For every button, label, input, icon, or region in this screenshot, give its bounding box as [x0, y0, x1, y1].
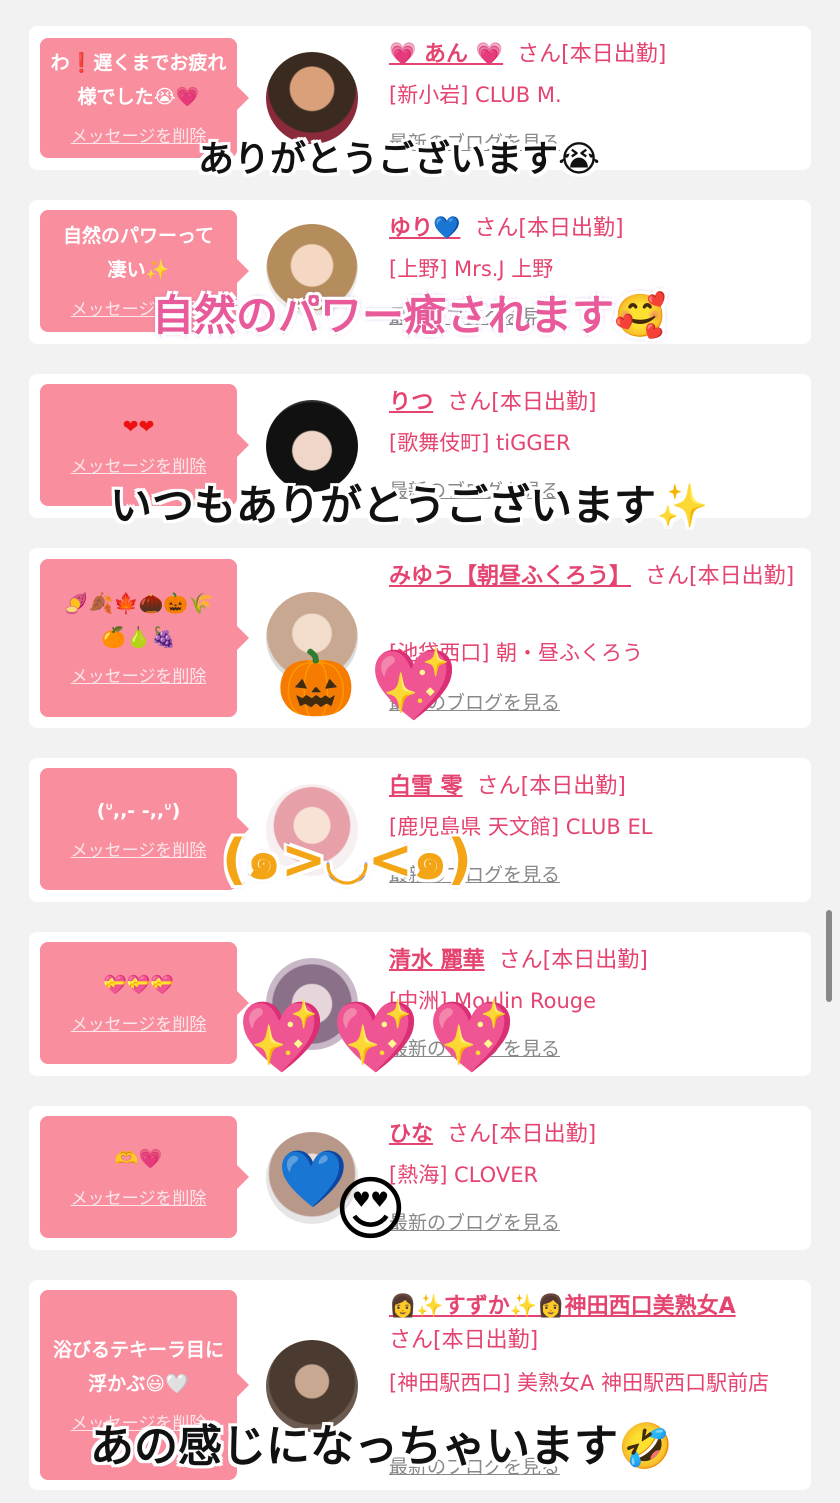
attendance-status: さん[本日出勤]	[389, 1328, 539, 1353]
caption-text: ありがとうございます😭	[198, 139, 601, 180]
message-bubble: (ᐡ,,- -,,ᐡ) メッセージを削除	[40, 768, 249, 890]
cast-name-link[interactable]: ゆり💙	[389, 216, 460, 241]
heart-eyes-icon: 😍	[334, 1168, 407, 1250]
message-bubble: 🍠🍂🍁🌰🎃🌾🍊🍐🍇 メッセージを削除	[40, 559, 249, 717]
message-text: 🍠🍂🍁🌰🎃🌾🍊🍐🍇	[63, 590, 214, 649]
shop-name: [新小岩] CLUB M.	[389, 83, 562, 107]
cast-name-link[interactable]: 清水 麗華	[389, 948, 485, 973]
attendance-status: さん[本日出勤]	[447, 390, 597, 415]
delete-message-link[interactable]: メッセージを削除	[71, 1184, 207, 1209]
caption-text: あの感じになっちゃいます🤣	[90, 1421, 673, 1472]
shop-name: [熱海] CLOVER	[389, 1163, 539, 1187]
cast-name-link[interactable]: りつ	[389, 390, 433, 415]
delete-message-link[interactable]: メッセージを削除	[71, 122, 207, 147]
shop-name: [歌舞伎町] tiGGER	[389, 431, 571, 455]
attendance-status: さん[本日出勤]	[476, 774, 626, 799]
message-bubble: 🫶💗 メッセージを削除	[40, 1116, 249, 1238]
sparkling-heart-icon: 💖	[428, 996, 516, 1078]
message-text: 浴びるテキーラ目に浮かぶ😃🤍	[52, 1338, 224, 1395]
cast-name-link[interactable]: 白雪 零	[389, 774, 463, 799]
attendance-status: さん[本日出勤]	[498, 948, 648, 973]
message-text: 自然のパワーって凄い✨	[62, 224, 215, 281]
attendance-status: さん[本日出勤]	[645, 564, 795, 589]
shop-name: [上野] Mrs.J 上野	[389, 257, 554, 281]
caption-text: 自然のパワー癒されます🥰	[152, 291, 667, 340]
delete-message-link[interactable]: メッセージを削除	[71, 1010, 207, 1035]
latest-blog-link[interactable]: 最新のブログを見る	[389, 1208, 560, 1235]
message-text: ❤❤	[122, 415, 155, 438]
shop-name: [神田駅西口] 美熟女A 神田駅西口駅前店	[389, 1371, 770, 1395]
sparkling-heart-icon: 💖	[332, 996, 420, 1078]
message-text: 💝💝💝	[103, 973, 174, 996]
cast-name-link[interactable]: 👩✨すずか✨👩神田西口美熟女A	[389, 1294, 736, 1319]
cast-name-link[interactable]: ひな	[389, 1122, 433, 1147]
scrollbar[interactable]	[826, 910, 832, 1002]
caption-text: (๑>◡<๑)	[222, 828, 472, 891]
message-text: わ❗遅くまでお疲れ様でした😭💗	[50, 51, 227, 108]
delete-message-link[interactable]: メッセージを削除	[71, 662, 207, 687]
cast-name-link[interactable]: みゆう【朝昼ふくろう】	[389, 564, 631, 589]
message-bubble: 💝💝💝 メッセージを削除	[40, 942, 249, 1064]
attendance-status: さん[本日出勤]	[474, 216, 624, 241]
attendance-status: さん[本日出勤]	[517, 42, 667, 67]
message-text: 🫶💗	[114, 1147, 163, 1170]
sparkling-heart-icon: 💖	[238, 996, 326, 1078]
delete-message-link[interactable]: メッセージを削除	[71, 836, 207, 861]
message-text: (ᐡ,,- -,,ᐡ)	[96, 799, 181, 822]
message-card: 💝💝💝 メッセージを削除 清水 麗華 さん[本日出勤] [中洲] Moulin R…	[29, 932, 811, 1076]
cast-name-link[interactable]: 💗 あん 💗	[389, 42, 503, 67]
sparkling-heart-icon: 💖	[370, 644, 458, 726]
attendance-status: さん[本日出勤]	[447, 1122, 597, 1147]
caption-text: いつもありがとうございます✨	[110, 481, 709, 530]
message-card: 🫶💗 メッセージを削除 ひな さん[本日出勤] [熱海] CLOVER 最新のブロ…	[29, 1106, 811, 1250]
pumpkin-icon: 🎃	[276, 647, 356, 721]
